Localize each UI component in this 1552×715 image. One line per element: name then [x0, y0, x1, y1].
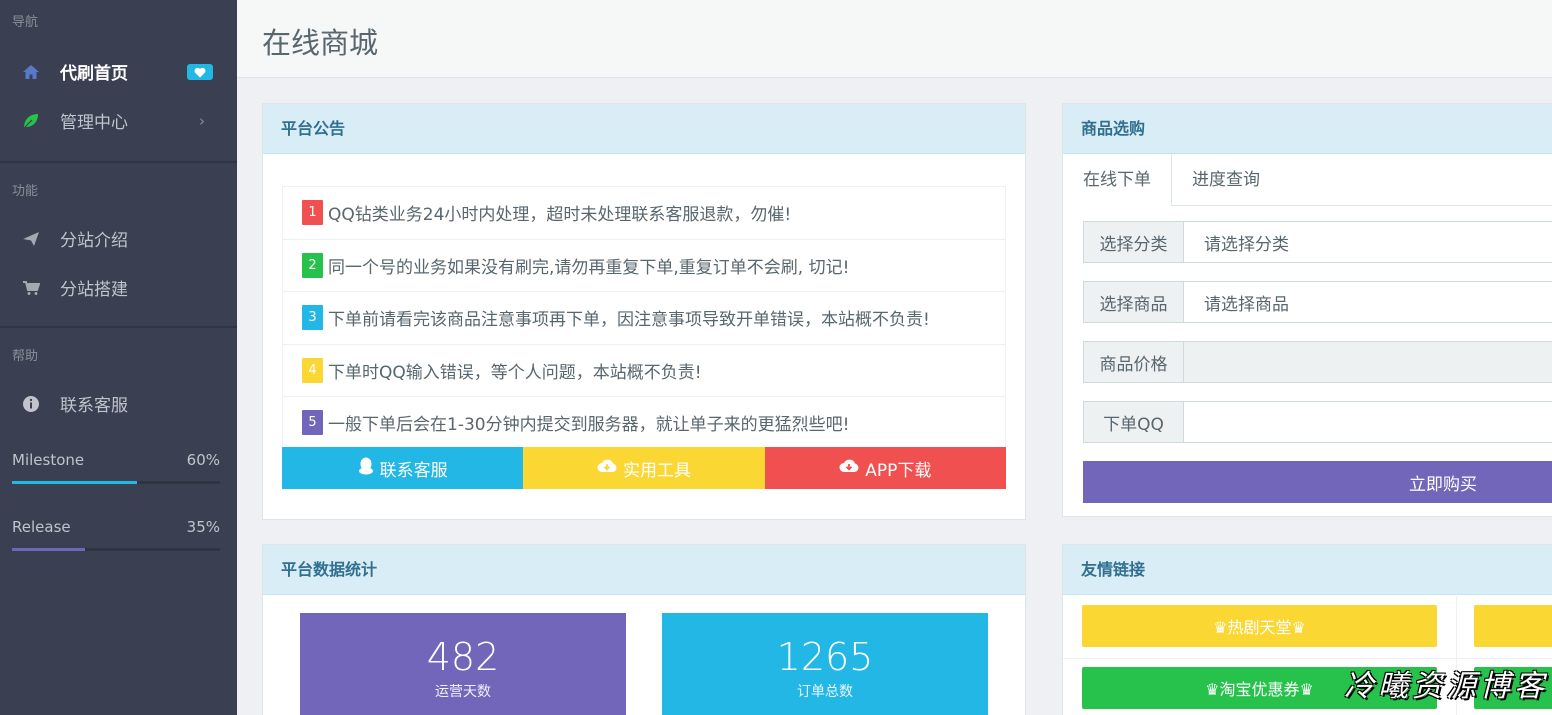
field-label: 选择商品 [1084, 282, 1184, 322]
list-item: 5 一般下单后会在1-30分钟内提交到服务器，就让单子来的更猛烈些吧! [282, 396, 1006, 449]
panel-title: 平台数据统计 [263, 545, 1025, 595]
product-select[interactable]: 选择商品 请选择商品 [1083, 281, 1552, 323]
notice-number-badge: 2 [302, 252, 323, 278]
nav-section-header: 功能 [12, 184, 39, 199]
notice-number-badge: 3 [302, 305, 323, 331]
page-title: 在线商城 [262, 26, 379, 60]
list-item: 1 QQ钻类业务24小时内处理，超时未处理联系客服退款，勿催! [282, 186, 1006, 239]
tab-progress-query[interactable]: 进度查询 [1172, 154, 1280, 205]
list-item: 2 同一个号的业务如果没有刷完,请勿再重复下单,重复订单不会刷, 切记! [282, 238, 1006, 291]
leaf-icon [20, 110, 42, 132]
notice-panel: 平台公告 1 QQ钻类业务24小时内处理，超时未处理联系客服退款，勿催! 2 同一个… [262, 103, 1026, 520]
contact-support-button[interactable]: 联系客服 [282, 447, 524, 489]
tab-online-order[interactable]: 在线下单 [1063, 154, 1172, 206]
sidebar-item-substation-build[interactable]: 分站搭建 [0, 263, 237, 312]
sidebar-item-admin[interactable]: 管理中心 › [0, 96, 237, 145]
notice-number-badge: 1 [302, 200, 323, 226]
notice-number-badge: 5 [302, 410, 323, 436]
home-icon [20, 61, 42, 83]
sidebar-item-contact-support[interactable]: 联系客服 [0, 379, 237, 428]
progress-value: 35% [186, 518, 220, 536]
qq-penguin-icon [358, 457, 374, 480]
panel-title: 商品选购 [1063, 104, 1552, 154]
field-label: 下单QQ [1084, 402, 1184, 442]
shop-tabs: 在线下单 进度查询 [1063, 154, 1552, 206]
stat-card-days: 482 运营天数 [300, 613, 626, 715]
nav-section-header: 帮助 [12, 349, 39, 364]
sidebar-item-home[interactable]: 代刷首页 [0, 47, 237, 96]
notice-text: 同一个号的业务如果没有刷完,请勿再重复下单,重复订单不会刷, 切记! [328, 257, 850, 278]
category-select-value[interactable]: 请选择分类 [1184, 222, 1552, 262]
progress-milestone: Milestone 60% [0, 451, 237, 469]
price-value [1184, 342, 1552, 382]
notice-text: 一般下单后会在1-30分钟内提交到服务器，就让单子来的更猛烈些吧! [328, 415, 850, 436]
progress-release: Release 35% [0, 518, 237, 536]
sidebar-item-label: 分站介绍 [60, 231, 128, 251]
stats-panel: 平台数据统计 482 运营天数 1265 订单总数 [262, 544, 1026, 715]
progress-label: Release [12, 518, 71, 536]
list-item: 4 下单时QQ输入错误，等个人问题，本站概不负责! [282, 343, 1006, 396]
sidebar-item-label: 分站搭建 [60, 280, 128, 300]
button-label: APP下载 [865, 460, 932, 481]
heart-icon [187, 64, 213, 80]
list-item: 3 下单前请看完该商品注意事项再下单，因注意事项导致开单错误，本站概不负责! [282, 291, 1006, 344]
stat-card-orders: 1265 订单总数 [662, 613, 988, 715]
info-circle-icon [20, 393, 42, 415]
progress-bar [12, 548, 220, 551]
buy-now-button[interactable]: 立即购买 [1083, 461, 1552, 503]
shop-panel: 商品选购 在线下单 进度查询 选择分类 请选择分类 选择商品 请选择商品 商品价… [1062, 103, 1552, 517]
qq-input[interactable] [1184, 402, 1552, 442]
cloud-download-icon [839, 458, 859, 478]
notice-text: QQ钻类业务24小时内处理，超时未处理联系客服退款，勿催! [328, 205, 792, 226]
price-field: 商品价格 [1083, 341, 1552, 383]
sidebar-item-label: 代刷首页 [60, 64, 128, 84]
product-select-value[interactable]: 请选择商品 [1184, 282, 1552, 322]
page-header: 在线商城 [237, 0, 1552, 78]
button-label: 联系客服 [379, 460, 448, 481]
notice-text: 下单前请看完该商品注意事项再下单，因注意事项导致开单错误，本站概不负责! [328, 310, 930, 331]
sidebar-item-label: 管理中心 [60, 113, 128, 133]
paper-plane-icon [20, 228, 42, 250]
progress-value: 60% [186, 451, 220, 469]
field-label: 商品价格 [1084, 342, 1184, 382]
field-label: 选择分类 [1084, 222, 1184, 262]
nav-section-header: 导航 [12, 15, 39, 30]
watermark-text: 冷曦资源博客 [1344, 669, 1548, 704]
friend-link-button[interactable] [1474, 605, 1552, 647]
app-download-button[interactable]: APP下载 [764, 447, 1006, 489]
panel-title: 友情链接 [1063, 545, 1552, 595]
sidebar-item-label: 联系客服 [60, 396, 128, 416]
progress-fill [12, 548, 85, 551]
category-select[interactable]: 选择分类 请选择分类 [1083, 221, 1552, 263]
notice-number-badge: 4 [302, 357, 323, 383]
stat-number: 1265 [776, 635, 874, 679]
cloud-download-icon [597, 458, 617, 478]
tools-button[interactable]: 实用工具 [523, 447, 765, 489]
progress-bar [12, 481, 220, 484]
cart-icon [20, 277, 42, 299]
notice-list: 1 QQ钻类业务24小时内处理，超时未处理联系客服退款，勿催! 2 同一个号的业务如… [282, 186, 1006, 449]
button-label: 实用工具 [622, 460, 691, 481]
notice-text: 下单时QQ输入错误，等个人问题，本站概不负责! [328, 362, 702, 383]
sidebar-item-substation-intro[interactable]: 分站介绍 [0, 214, 237, 263]
stat-label: 运营天数 [435, 684, 491, 700]
friend-link-button[interactable]: ♛热剧天堂♛ [1082, 605, 1437, 647]
panel-title: 平台公告 [263, 104, 1025, 154]
notice-action-buttons: 联系客服 实用工具 APP下载 [282, 447, 1006, 489]
links-divider [1063, 658, 1552, 659]
stat-number: 482 [426, 635, 500, 679]
stat-label: 订单总数 [797, 684, 853, 700]
chevron-right-icon: › [199, 111, 205, 130]
sidebar: 导航 代刷首页 管理中心 › 功能 分站介绍 分站搭建 帮助 联系客服 Mile… [0, 0, 237, 715]
progress-label: Milestone [12, 451, 85, 469]
qq-input-field[interactable]: 下单QQ [1083, 401, 1552, 443]
progress-fill [12, 481, 137, 484]
